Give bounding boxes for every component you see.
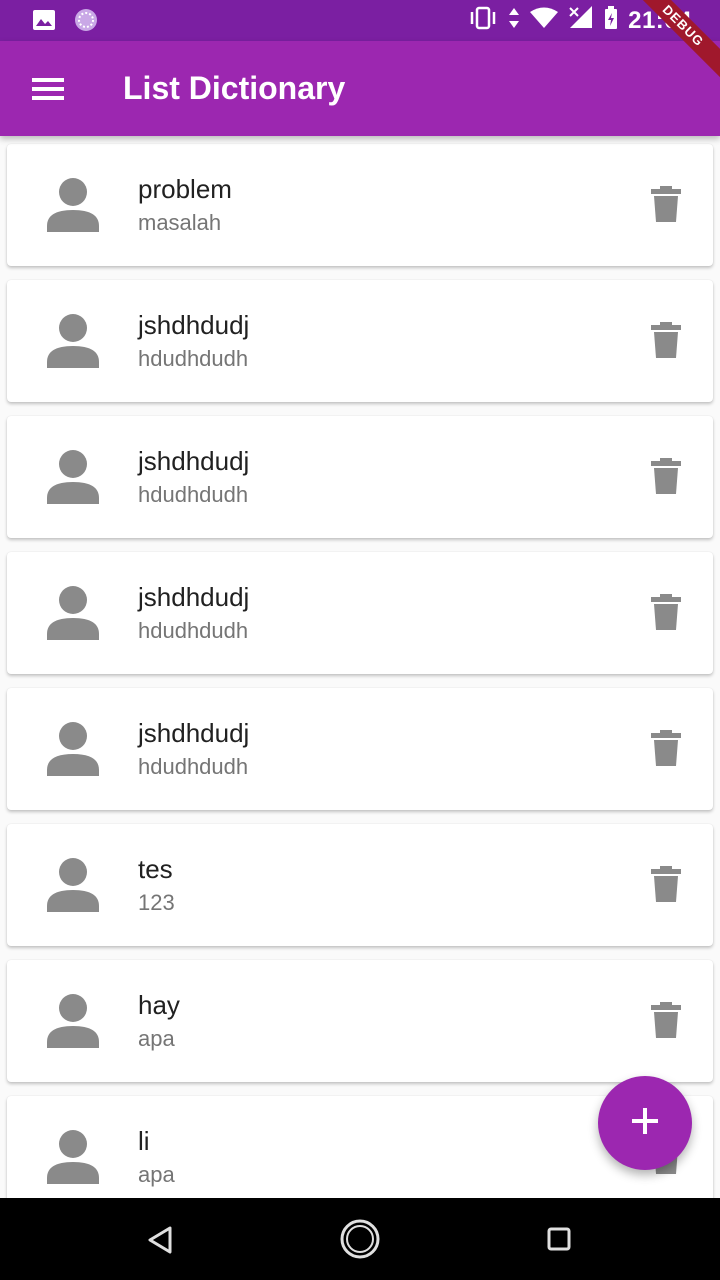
list-item[interactable]: tes 123: [7, 824, 713, 946]
list-item[interactable]: problem masalah: [7, 144, 713, 266]
person-icon: [45, 856, 101, 912]
item-word: li: [138, 1126, 150, 1156]
recent-apps-icon[interactable]: [540, 1220, 578, 1258]
delete-icon[interactable]: [651, 1002, 681, 1038]
data-arrows-icon: [508, 6, 520, 35]
person-icon: [45, 584, 101, 640]
list-item[interactable]: jshdhdudj hdudhdudh: [7, 416, 713, 538]
delete-icon[interactable]: [651, 186, 681, 222]
list-item[interactable]: jshdhdudj hdudhdudh: [7, 688, 713, 810]
app-icon: [74, 8, 98, 37]
delete-icon[interactable]: [651, 866, 681, 902]
person-icon: [45, 1128, 101, 1184]
delete-icon[interactable]: [651, 594, 681, 630]
system-nav-bar: [0, 1198, 720, 1280]
person-icon: [45, 720, 101, 776]
item-meaning: hdudhdudh: [138, 618, 249, 643]
delete-icon[interactable]: [651, 322, 681, 358]
menu-icon-bar: [32, 87, 64, 91]
item-meaning: hdudhdudh: [138, 754, 249, 779]
item-meaning: masalah: [138, 210, 222, 235]
home-icon[interactable]: [338, 1217, 382, 1261]
item-meaning: 123: [138, 890, 175, 915]
person-icon: [45, 992, 101, 1048]
app-bar: List Dictionary: [0, 41, 720, 136]
menu-icon: [32, 78, 64, 82]
person-icon: [45, 312, 101, 368]
item-meaning: apa: [138, 1026, 175, 1051]
signal-icon: [568, 6, 594, 35]
person-icon: [45, 176, 101, 232]
back-icon[interactable]: [140, 1220, 180, 1260]
item-word: jshdhdudj: [138, 310, 250, 340]
person-icon: [45, 448, 101, 504]
item-word: problem: [138, 174, 232, 204]
item-word: jshdhdudj: [138, 718, 250, 748]
list-item[interactable]: jshdhdudj hdudhdudh: [7, 280, 713, 402]
item-meaning: hdudhdudh: [138, 482, 249, 507]
wifi-icon: [530, 7, 559, 34]
battery-icon: [604, 6, 618, 35]
list-item[interactable]: jshdhdudj hdudhdudh: [7, 552, 713, 674]
page-title: List Dictionary: [123, 70, 346, 106]
plus-icon: [631, 1107, 659, 1140]
vibrate-icon: [468, 6, 498, 35]
delete-icon[interactable]: [651, 730, 681, 766]
item-meaning: apa: [138, 1162, 175, 1187]
item-word: tes: [138, 854, 173, 884]
item-word: jshdhdudj: [138, 446, 250, 476]
add-word-button[interactable]: [598, 1076, 692, 1170]
dictionary-list[interactable]: problem masalah jshdhdudj hdudhdudh jshd…: [0, 136, 720, 1198]
menu-icon-bar: [32, 96, 64, 100]
menu-button[interactable]: [24, 69, 72, 109]
item-meaning: hdudhdudh: [138, 346, 249, 371]
delete-icon[interactable]: [651, 458, 681, 494]
item-word: hay: [138, 990, 180, 1020]
list-item[interactable]: hay apa: [7, 960, 713, 1082]
status-bar: 21:04 DEBUG: [0, 0, 720, 87]
image-icon: [32, 9, 56, 36]
item-word: jshdhdudj: [138, 582, 250, 612]
